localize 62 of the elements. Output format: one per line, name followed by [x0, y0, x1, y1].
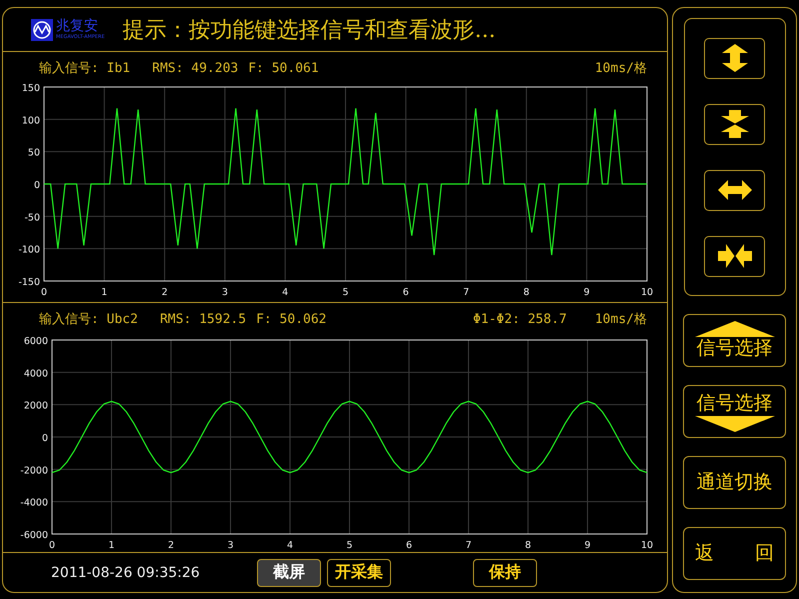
signal-select-button[interactable]: 信号选择 [683, 314, 786, 367]
x-axis-label: 0 [48, 540, 56, 551]
x-axis-label: 2 [162, 287, 168, 298]
x-axis-label: 5 [346, 540, 353, 551]
x-axis-label: 9 [584, 287, 590, 298]
x-axis-label: 10 [640, 287, 654, 298]
y-axis-label: -6000 [20, 530, 48, 541]
y-axis-label: -100 [18, 244, 40, 256]
triangle-up-icon [694, 320, 774, 336]
x-axis-label: 6 [402, 287, 409, 298]
logo-name: 兆复安 [56, 19, 99, 34]
x-axis-label: 6 [406, 540, 412, 551]
x-axis-label: 1 [101, 287, 108, 298]
reading-text: RMS: 1592.5 [160, 312, 246, 326]
signal-select-button[interactable]: 通道切换 [683, 456, 786, 509]
triangle-down-icon [694, 416, 774, 432]
x-axis-label: 7 [465, 540, 472, 551]
signal-label: 输入信号: Ubc2 [39, 311, 138, 328]
footer-button[interactable]: 保持 [473, 558, 537, 586]
footer-button[interactable]: 截屏 [257, 558, 321, 586]
x-axis-label: 4 [282, 287, 288, 298]
y-axis-label: 150 [22, 83, 40, 94]
zoom-button[interactable] [704, 236, 765, 276]
logo-icon [31, 18, 53, 40]
y-axis-label: 0 [42, 433, 48, 444]
y-axis-label: 4000 [24, 368, 48, 380]
reading-text: 10ms/格 [594, 60, 647, 77]
x-axis-label: 9 [584, 540, 591, 551]
y-axis-label: 6000 [24, 336, 48, 347]
y-axis-label: 0 [34, 180, 40, 191]
x-axis-label: 8 [523, 287, 530, 298]
x-axis-label: 10 [640, 540, 654, 551]
signal-select-button[interactable]: 返 回 [683, 527, 786, 580]
y-axis-label: -2000 [20, 465, 48, 476]
signal-label: 输入信号: Ib1 [39, 60, 130, 77]
x-axis-label: 1 [108, 540, 115, 551]
x-axis-label: 7 [463, 287, 470, 298]
zoom-button[interactable] [704, 104, 765, 144]
reading-text: 10ms/格 [594, 311, 647, 328]
reading-text: F: 50.061 [248, 60, 319, 76]
y-axis-label: 50 [28, 148, 40, 159]
y-axis-label: -4000 [20, 498, 48, 509]
x-axis-label: 3 [227, 540, 234, 551]
reading-text: Φ1-Φ2: 258.7 [472, 312, 567, 326]
y-axis-label: -150 [18, 277, 40, 288]
reading-text: RMS: 49.203 [152, 60, 238, 76]
y-axis-label: 100 [22, 115, 40, 126]
x-axis-label: 4 [286, 540, 294, 551]
x-axis-label: 5 [342, 287, 349, 298]
y-axis-label: 2000 [24, 400, 48, 412]
x-axis-label: 0 [40, 287, 48, 298]
zoom-button[interactable] [704, 38, 765, 78]
zoom-button[interactable] [704, 170, 765, 210]
x-axis-label: 2 [168, 540, 174, 551]
y-axis-label: -50 [24, 212, 40, 224]
reading-text: F: 50.062 [256, 312, 327, 326]
prompt-text: 提示：按功能键选择信号和查看波形... [122, 16, 496, 44]
datetime-text: 2011-08-26 09:35:26 [51, 564, 201, 580]
footer-button[interactable]: 开采集 [327, 558, 391, 586]
signal-select-button[interactable]: 信号选择 [683, 385, 786, 438]
x-axis-label: 8 [524, 540, 532, 551]
x-axis-label: 3 [222, 287, 228, 298]
